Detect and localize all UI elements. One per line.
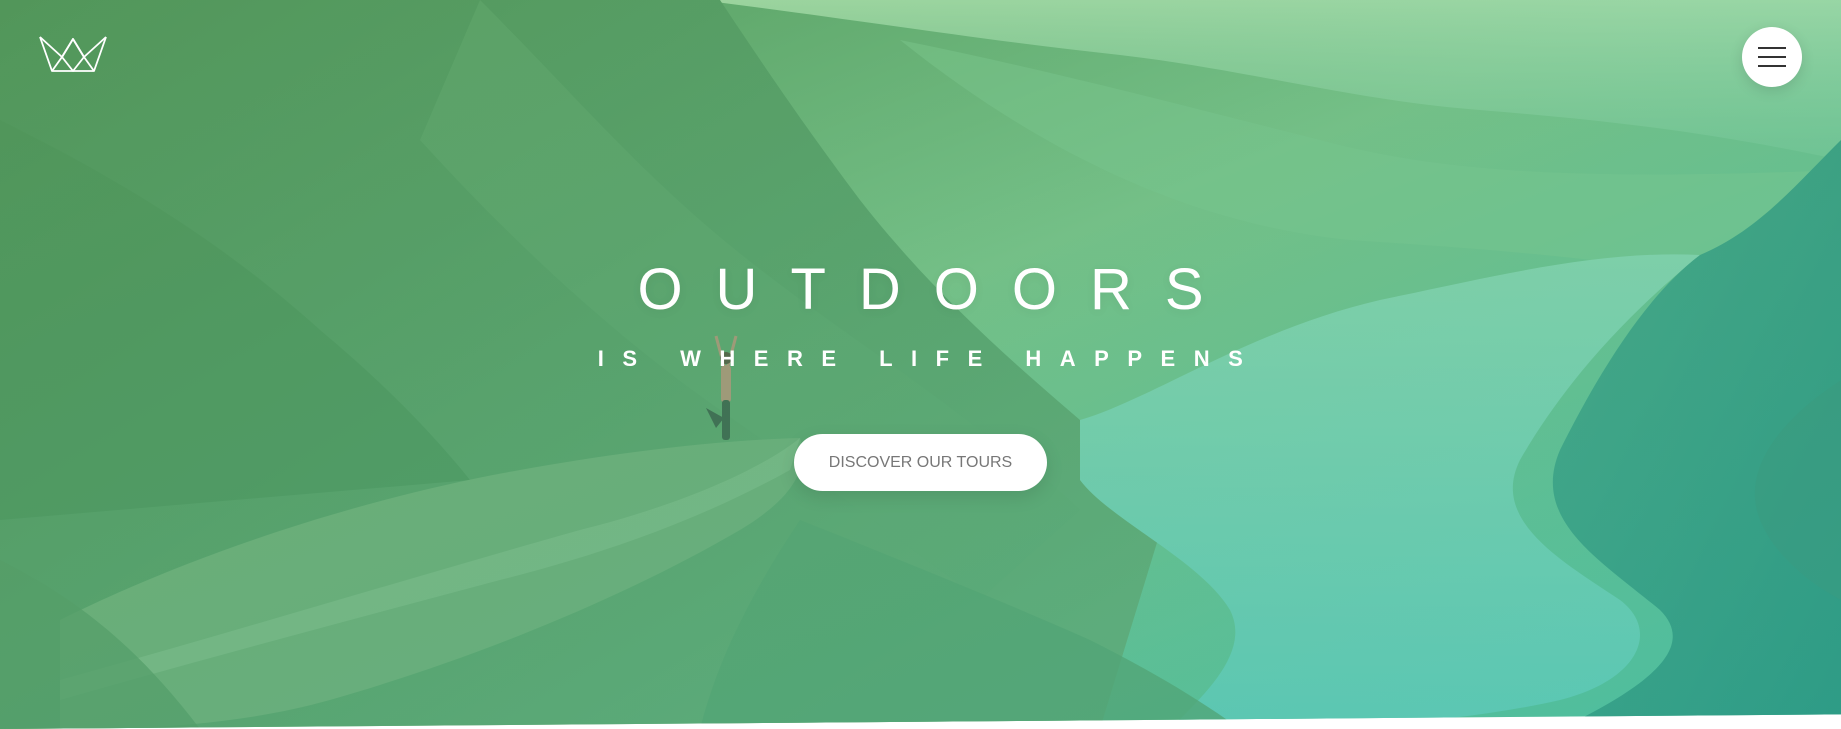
hero-subtitle: IS WHERE LIFE HAPPENS xyxy=(597,346,1262,371)
menu-button[interactable] xyxy=(1742,27,1802,87)
crown-logo-icon[interactable] xyxy=(38,35,108,75)
hero-title: OUTDOORS xyxy=(637,257,1237,322)
hamburger-menu-icon xyxy=(1758,47,1786,49)
hero-text-box: OUTDOORS IS WHERE LIFE HAPPENS xyxy=(0,252,1841,374)
discover-tours-button[interactable]: DISCOVER OUR TOURS xyxy=(794,434,1047,491)
hero-section: OUTDOORS IS WHERE LIFE HAPPENS DISCOVER … xyxy=(0,0,1841,729)
